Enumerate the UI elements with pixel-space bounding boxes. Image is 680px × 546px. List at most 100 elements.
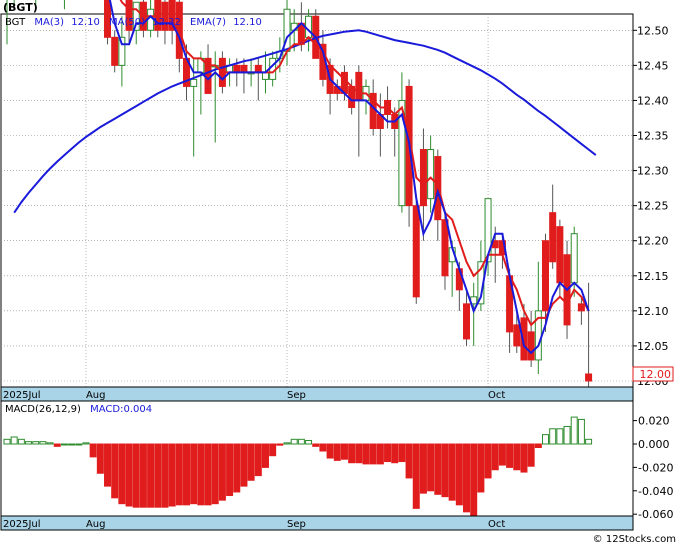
macd-bar-negative — [348, 443, 356, 464]
macd-bar-negative — [154, 443, 162, 508]
macd-bar-positive — [32, 441, 40, 445]
price-tick-label: 12.20 — [637, 235, 669, 248]
macd-bar-negative — [111, 443, 119, 499]
chart-canvas: 12.7012.6512.6012.5512.5012.4512.4012.35… — [0, 0, 676, 545]
macd-bar-negative — [391, 443, 399, 464]
candle-body-down — [549, 212, 557, 263]
candle-body-down — [527, 331, 535, 361]
macd-bar-positive — [542, 434, 549, 445]
price-tick-label: 12.55 — [637, 0, 669, 2]
candle-body-down — [355, 71, 363, 101]
candle-body-down — [419, 149, 427, 207]
macd-bar-negative — [147, 443, 155, 508]
macd-bar-negative — [104, 443, 112, 487]
macd-tick-label: -0.020 — [638, 461, 673, 474]
price-tick-label: 12.40 — [637, 94, 669, 107]
macd-bar-negative — [441, 443, 449, 498]
candle-body-down — [441, 219, 449, 277]
macd-bar-positive — [17, 438, 25, 445]
macd-bar-negative — [455, 443, 463, 506]
candle-body-up — [305, 15, 313, 38]
macd-bar-positive — [60, 443, 68, 446]
candle-body-down — [556, 226, 564, 284]
candle-body-down — [233, 64, 241, 73]
x-axis-label: 2025Jul — [3, 390, 41, 401]
macd-bar-negative — [161, 443, 169, 508]
legend-ema7-label: EMA(7) — [190, 17, 226, 28]
macd-bar-positive — [82, 442, 90, 445]
macd-bar-negative — [197, 443, 205, 506]
macd-legend-label: MACD(26,12,9) — [5, 404, 81, 415]
macd-bar-negative — [89, 443, 97, 458]
legend-row: BGT MA(3) 12.10 MA(50) 12.32 EMA(7) 12.1… — [5, 17, 262, 28]
macd-bar-negative — [376, 443, 384, 465]
macd-panel — [0, 400, 634, 517]
macd-bar-negative — [261, 443, 269, 468]
macd-bar-negative — [132, 443, 140, 508]
x-axis-label: 2025Jul — [3, 519, 41, 530]
macd-bar-negative — [491, 443, 499, 471]
candle-body-down — [542, 240, 549, 312]
candle-body-down — [585, 373, 593, 382]
price-tick-label: 12.25 — [637, 200, 669, 213]
macd-bar-negative — [398, 443, 406, 463]
copyright: © 12Stocks.com — [593, 534, 676, 545]
macd-bar-negative — [405, 443, 413, 479]
macd-bar-negative — [355, 443, 363, 464]
macd-bar-negative — [312, 443, 320, 447]
candle-body-down — [111, 36, 119, 66]
macd-bar-negative — [412, 443, 420, 509]
candle-body-down — [513, 324, 521, 347]
macd-tick-label: 0.000 — [638, 438, 670, 451]
macd-bar-positive — [283, 442, 291, 445]
macd-bar-positive — [25, 441, 33, 445]
x-axis-label: Sep — [287, 519, 306, 530]
macd-bar-positive — [570, 416, 578, 445]
macd-bar-positive — [577, 418, 585, 445]
macd-bar-positive — [10, 436, 18, 445]
candle — [412, 198, 420, 304]
x-axis-label: Aug — [86, 390, 106, 401]
macd-bar-negative — [477, 443, 485, 493]
macd-bar-positive — [549, 428, 557, 445]
macd-bar-negative — [168, 443, 176, 507]
candle-body-down — [412, 205, 420, 298]
price-tick-label: 12.45 — [637, 59, 669, 72]
price-axis-ticks: 12.7012.6512.6012.5512.5012.4512.4012.35… — [633, 0, 669, 388]
price-tick-label: 12.30 — [637, 165, 669, 178]
candle-body-down — [254, 64, 262, 73]
price-tick-label: 12.10 — [637, 305, 669, 318]
macd-bar-negative — [226, 443, 234, 496]
macd-bar-positive — [39, 441, 47, 445]
macd-bar-positive — [297, 438, 305, 445]
price-tick-label: 12.15 — [637, 270, 669, 283]
candle — [312, 9, 320, 59]
macd-bar-negative — [175, 443, 183, 506]
macd-bar-positive — [46, 442, 54, 445]
legend-ema7-value: 12.10 — [233, 17, 262, 28]
macd-bar-positive — [75, 443, 83, 446]
macd-bar-negative — [448, 443, 456, 501]
macd-bar-positive — [68, 443, 76, 446]
macd-bar-negative — [211, 443, 219, 505]
candle-body-down — [577, 303, 585, 312]
macd-tick-label: -0.040 — [638, 485, 673, 498]
legend-ma3-value: 12.10 — [71, 17, 100, 28]
macd-bar-negative — [527, 443, 535, 467]
macd-bar-negative — [513, 443, 521, 471]
macd-bar-negative — [319, 443, 327, 452]
macd-bar-negative — [419, 443, 427, 494]
macd-bar-negative — [139, 443, 147, 508]
candle-body-up — [269, 57, 277, 80]
legend-symbol: BGT — [5, 17, 26, 28]
macd-bar-negative — [254, 443, 262, 477]
macd-bar-negative — [427, 443, 435, 492]
ticker-title: (BGT) — [3, 1, 38, 14]
candle-body-down — [463, 303, 471, 340]
macd-bar-negative — [340, 443, 348, 460]
candle-body-up — [427, 149, 435, 200]
last-price-label: 12.00 — [640, 368, 672, 381]
macd-bar-positive — [563, 425, 571, 445]
macd-bar-negative — [204, 443, 212, 506]
legend-ma50-value: 12.32 — [152, 17, 181, 28]
